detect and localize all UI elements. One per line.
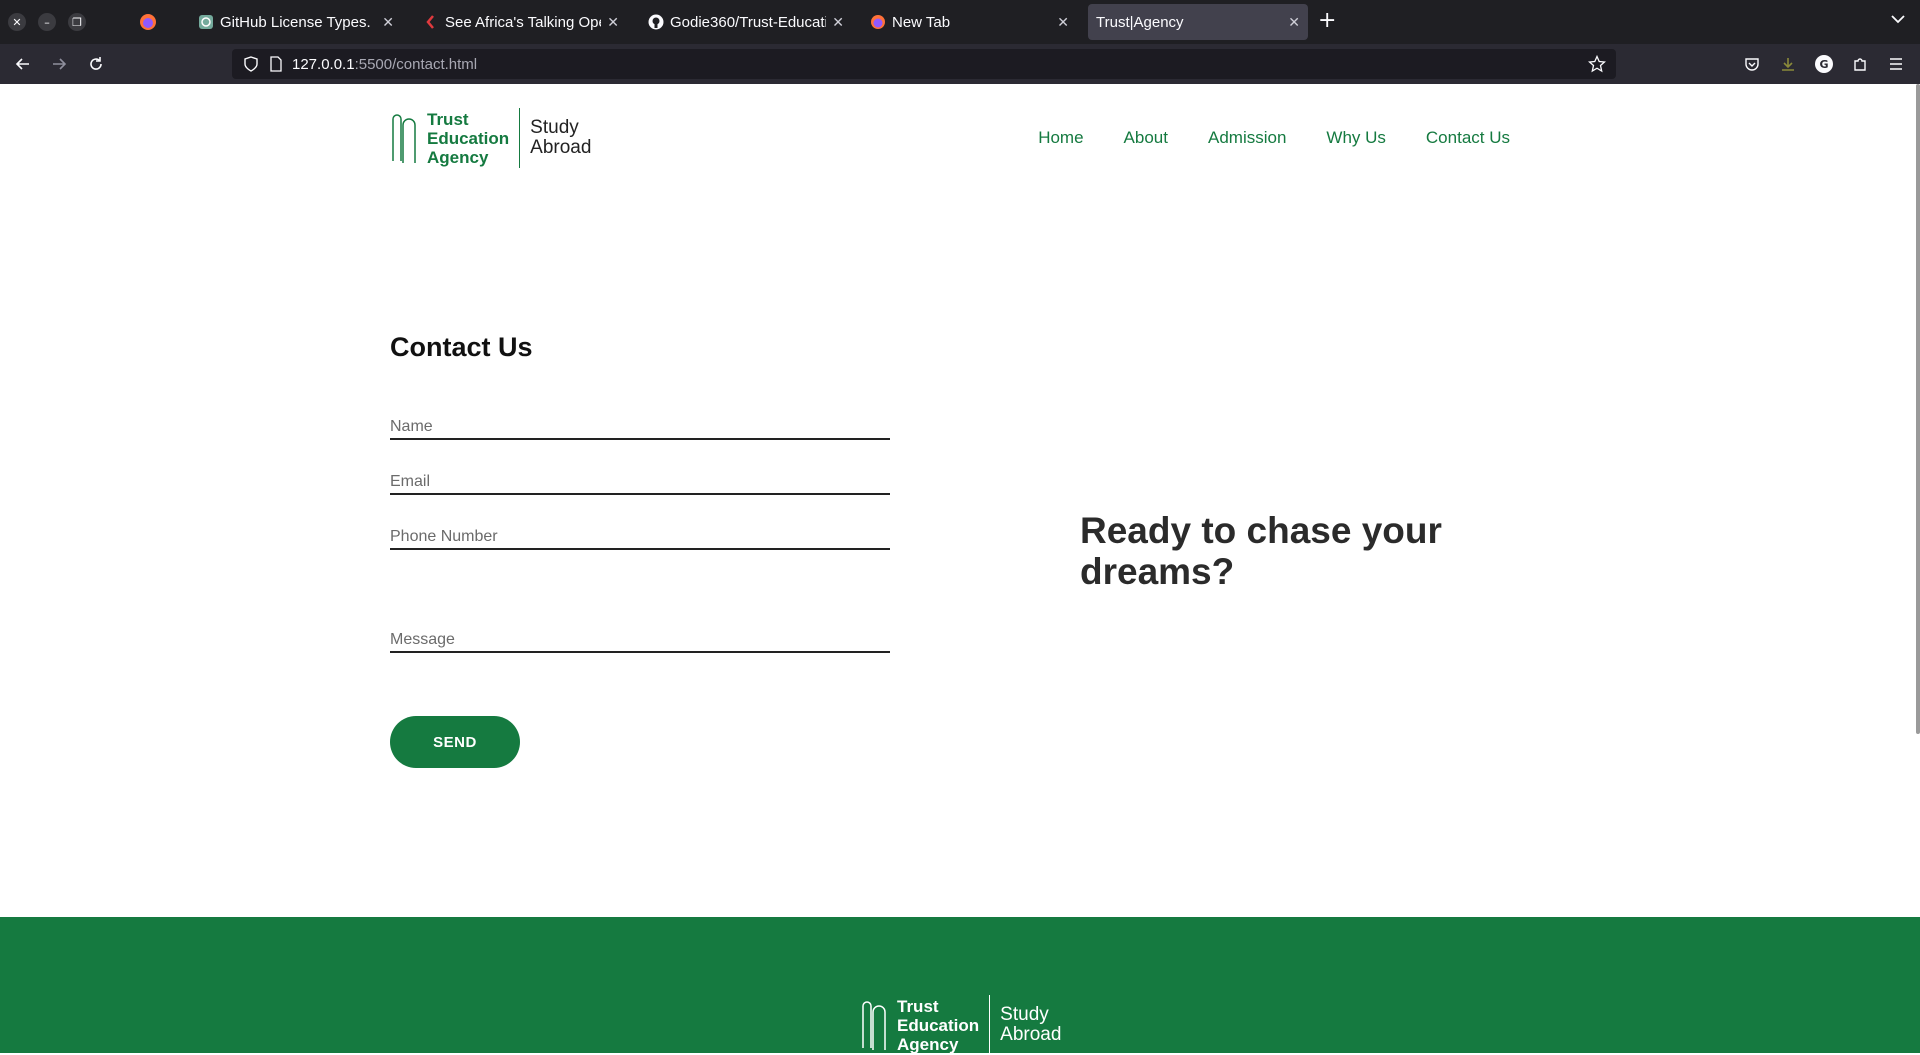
- firefox-icon: [870, 14, 886, 30]
- close-window-icon[interactable]: ✕: [8, 13, 26, 31]
- hero-question: Ready to chase your dreams?: [1080, 510, 1442, 592]
- tab-label: New Tab: [892, 13, 951, 31]
- browser-tab[interactable]: Godie360/Trust-Educatio ✕: [640, 4, 852, 40]
- logo-mark-icon: [862, 1001, 886, 1050]
- url-text[interactable]: 127.0.0.1:5500/contact.html: [292, 56, 477, 73]
- chat-icon: [198, 14, 214, 30]
- footer-logo[interactable]: Trust Education Agency Study Abroad: [859, 995, 1061, 1055]
- close-tab-icon[interactable]: ✕: [1057, 14, 1069, 31]
- nav-contact-us[interactable]: Contact Us: [1426, 128, 1510, 148]
- browser-tab-active[interactable]: Trust|Agency ✕: [1088, 4, 1308, 40]
- nav-about[interactable]: About: [1124, 128, 1168, 148]
- logo-tagline: Study Abroad: [1000, 1004, 1062, 1045]
- nav-admission[interactable]: Admission: [1208, 128, 1286, 148]
- logo-tagline: Study Abroad: [530, 117, 592, 158]
- site-footer: Trust Education Agency Study Abroad: [0, 917, 1920, 1055]
- africas-talking-icon: [423, 14, 439, 30]
- nav-why-us[interactable]: Why Us: [1326, 128, 1386, 148]
- close-tab-icon[interactable]: ✕: [607, 14, 619, 31]
- close-tab-icon[interactable]: ✕: [382, 14, 394, 31]
- send-button[interactable]: SEND: [390, 716, 520, 768]
- browser-tab[interactable]: See Africa's Talking Open ✕: [415, 4, 627, 40]
- main-nav: Home About Admission Why Us Contact Us: [1038, 128, 1510, 148]
- logo-wordmark: Trust Education Agency: [427, 109, 510, 167]
- logo-mark-icon: [392, 114, 416, 163]
- name-field[interactable]: Name: [390, 417, 890, 440]
- nav-home[interactable]: Home: [1038, 128, 1083, 148]
- tab-label: See Africa's Talking Open: [445, 13, 602, 31]
- pocket-icon[interactable]: [1742, 54, 1762, 74]
- account-icon[interactable]: G: [1814, 54, 1834, 74]
- restore-window-icon[interactable]: ❐: [68, 13, 86, 31]
- contact-title: Contact Us: [390, 332, 533, 362]
- web-page: [0, 84, 1920, 1053]
- browser-tab[interactable]: GitHub License Types. ✕: [190, 4, 402, 40]
- message-field[interactable]: Message: [390, 630, 890, 653]
- browser-tab[interactable]: New Tab ✕: [862, 4, 1077, 40]
- forward-arrow-icon[interactable]: [49, 54, 69, 74]
- logo-wordmark: Trust Education Agency: [897, 996, 980, 1054]
- new-tab-icon[interactable]: +: [1318, 10, 1336, 32]
- window-controls: ✕ – ❐: [8, 13, 86, 31]
- bookmark-star-icon[interactable]: [1587, 54, 1607, 77]
- browser-toolbar: 127.0.0.1:5500/contact.html G: [0, 44, 1920, 84]
- extensions-icon[interactable]: [1850, 54, 1870, 74]
- downloads-icon[interactable]: [1778, 54, 1798, 74]
- tab-label: GitHub License Types.: [220, 13, 371, 31]
- tab-label: Trust|Agency: [1096, 13, 1184, 31]
- reload-icon[interactable]: [86, 54, 106, 74]
- tab-label: Godie360/Trust-Educatio: [670, 13, 827, 31]
- logo-divider: [519, 108, 521, 168]
- phone-number-field[interactable]: Phone Number: [390, 527, 890, 550]
- close-tab-icon[interactable]: ✕: [832, 14, 844, 31]
- back-arrow-icon[interactable]: [13, 54, 33, 74]
- shield-icon[interactable]: [244, 56, 258, 76]
- firefox-pinned-tab-icon[interactable]: [138, 12, 158, 32]
- url-bar[interactable]: 127.0.0.1:5500/contact.html: [232, 49, 1616, 79]
- menu-hamburger-icon[interactable]: [1886, 54, 1906, 74]
- site-logo[interactable]: Trust Education Agency Study Abroad: [389, 108, 591, 168]
- page-icon[interactable]: [270, 56, 282, 76]
- close-tab-icon[interactable]: ✕: [1288, 14, 1300, 31]
- logo-divider: [989, 995, 991, 1055]
- email-field[interactable]: Email: [390, 472, 890, 495]
- github-icon: [648, 14, 664, 30]
- minimize-window-icon[interactable]: –: [38, 13, 56, 31]
- tab-list-chevron-icon[interactable]: [1890, 12, 1906, 28]
- page-scrollbar[interactable]: [1916, 84, 1920, 734]
